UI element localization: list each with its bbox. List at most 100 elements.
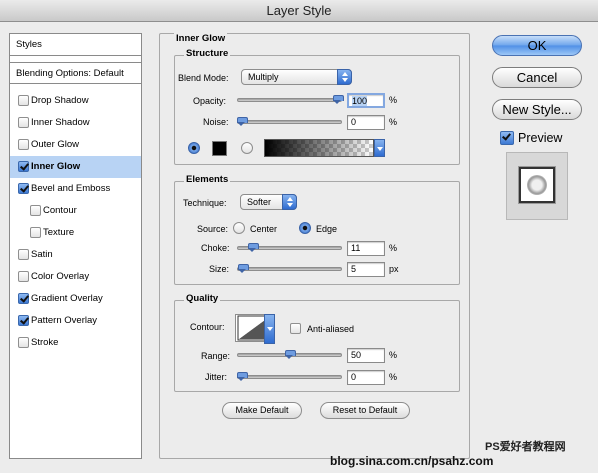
size-label: Size:: [209, 264, 230, 274]
jitter-unit: %: [389, 372, 398, 382]
range-label: Range:: [201, 351, 231, 361]
cancel-button[interactable]: Cancel: [492, 67, 582, 88]
source-center-radio[interactable]: [233, 222, 245, 234]
opacity-label: Opacity:: [193, 96, 227, 106]
style-item-inner-glow[interactable]: Inner Glow: [10, 156, 141, 178]
size-unit: px: [389, 264, 399, 274]
style-item-label: Inner Glow: [31, 161, 81, 172]
style-item-label: Contour: [43, 205, 77, 216]
ok-button[interactable]: OK: [492, 35, 582, 56]
watermark-title: PS爱好者教程网: [485, 441, 566, 453]
style-checkbox[interactable]: [18, 95, 29, 106]
noise-slider-track[interactable]: [237, 120, 342, 124]
styles-header[interactable]: Styles: [10, 34, 141, 56]
opacity-slider-track[interactable]: [237, 98, 342, 102]
technique-label: Technique:: [183, 198, 227, 208]
style-item-label: Gradient Overlay: [31, 293, 103, 304]
source-edge-radio[interactable]: [299, 222, 311, 234]
style-item-label: Color Overlay: [31, 271, 90, 282]
jitter-label: Jitter:: [205, 372, 228, 382]
noise-input[interactable]: 0: [347, 115, 385, 130]
jitter-slider-thumb[interactable]: [237, 372, 248, 381]
style-item-inner-shadow[interactable]: Inner Shadow: [10, 112, 141, 134]
gradient-radio[interactable]: [241, 142, 253, 154]
solid-color-radio[interactable]: [188, 142, 200, 154]
gradient-dropdown-arrow-icon[interactable]: [374, 139, 385, 157]
style-item-color-overlay[interactable]: Color Overlay: [10, 266, 141, 288]
preview-checkbox[interactable]: [500, 131, 514, 145]
style-checkbox[interactable]: [18, 337, 29, 348]
style-item-gradient-overlay[interactable]: Gradient Overlay: [10, 288, 141, 310]
style-preview-thumbnail: [506, 152, 568, 220]
style-item-label: Inner Shadow: [31, 117, 90, 128]
opacity-value: 100: [352, 96, 368, 106]
anti-aliased-checkbox[interactable]: [290, 323, 301, 334]
style-checkbox[interactable]: [18, 271, 29, 282]
style-item-drop-shadow[interactable]: Drop Shadow: [10, 90, 141, 112]
range-input[interactable]: 50: [347, 348, 385, 363]
style-item-label: Drop Shadow: [31, 95, 89, 106]
noise-slider-thumb[interactable]: [237, 117, 248, 126]
blend-mode-select[interactable]: Multiply: [241, 69, 352, 85]
style-checkbox[interactable]: [30, 227, 41, 238]
glow-color-swatch[interactable]: [212, 141, 227, 156]
noise-label: Noise:: [203, 117, 229, 127]
style-checkbox[interactable]: [18, 249, 29, 260]
opacity-slider-thumb[interactable]: [333, 95, 344, 104]
styles-list: Styles Blending Options: Default Drop Sh…: [9, 33, 142, 459]
choke-unit: %: [389, 243, 398, 253]
section-title: Inner Glow: [174, 33, 228, 44]
style-item-stroke[interactable]: Stroke: [10, 332, 141, 354]
blend-mode-value: Multiply: [248, 72, 279, 82]
style-checkbox[interactable]: [30, 205, 41, 216]
range-unit: %: [389, 350, 398, 360]
anti-aliased-label: Anti-aliased: [307, 324, 355, 334]
style-checkbox[interactable]: [18, 315, 29, 326]
choke-input[interactable]: 11: [347, 241, 385, 256]
style-item-satin[interactable]: Satin: [10, 244, 141, 266]
make-default-button[interactable]: Make Default: [222, 402, 302, 419]
new-style-button[interactable]: New Style...: [492, 99, 582, 120]
style-checkbox[interactable]: [18, 139, 29, 150]
structure-title: Structure: [184, 48, 231, 59]
style-item-label: Outer Glow: [31, 139, 80, 150]
choke-slider-thumb[interactable]: [247, 243, 259, 252]
style-item-pattern-overlay[interactable]: Pattern Overlay: [10, 310, 141, 332]
style-item-outer-glow[interactable]: Outer Glow: [10, 134, 141, 156]
elements-title: Elements: [184, 174, 231, 185]
style-item-texture[interactable]: Texture: [10, 222, 141, 244]
layer-style-dialog: Layer Style Styles Blending Options: Def…: [0, 0, 598, 473]
opacity-input[interactable]: 100: [347, 93, 385, 108]
style-item-label: Bevel and Emboss: [31, 183, 111, 194]
style-item-label: Stroke: [31, 337, 59, 348]
style-checkbox[interactable]: [18, 161, 29, 172]
range-slider-thumb[interactable]: [285, 350, 296, 359]
preview-swatch: [519, 167, 555, 203]
style-checkbox[interactable]: [18, 293, 29, 304]
jitter-input[interactable]: 0: [347, 370, 385, 385]
size-slider-thumb[interactable]: [238, 264, 249, 273]
size-slider-track[interactable]: [237, 267, 342, 271]
style-checkbox[interactable]: [18, 183, 29, 194]
popup-arrows-icon: [282, 194, 297, 210]
gradient-picker[interactable]: [264, 139, 374, 157]
jitter-slider-track[interactable]: [237, 375, 342, 379]
opacity-unit: %: [389, 95, 398, 105]
quality-title: Quality: [184, 293, 221, 304]
style-item-bevel-and-emboss[interactable]: Bevel and Emboss: [10, 178, 141, 200]
contour-dropdown-arrow-icon[interactable]: [264, 314, 275, 344]
technique-select[interactable]: Softer: [240, 194, 297, 210]
style-item-label: Pattern Overlay: [31, 315, 97, 326]
source-edge-label: Edge: [316, 224, 338, 234]
blend-mode-label: Blend Mode:: [178, 73, 229, 83]
reset-to-default-button[interactable]: Reset to Default: [320, 402, 410, 419]
noise-unit: %: [389, 117, 398, 127]
size-input[interactable]: 5: [347, 262, 385, 277]
choke-label: Choke:: [201, 243, 230, 253]
watermark-url: blog.sina.com.cn/psahz.com: [330, 454, 494, 468]
style-checkbox[interactable]: [18, 117, 29, 128]
source-center-label: Center: [250, 224, 278, 234]
blending-options-item[interactable]: Blending Options: Default: [10, 62, 141, 84]
style-item-contour[interactable]: Contour: [10, 200, 141, 222]
preview-label: Preview: [518, 131, 563, 145]
